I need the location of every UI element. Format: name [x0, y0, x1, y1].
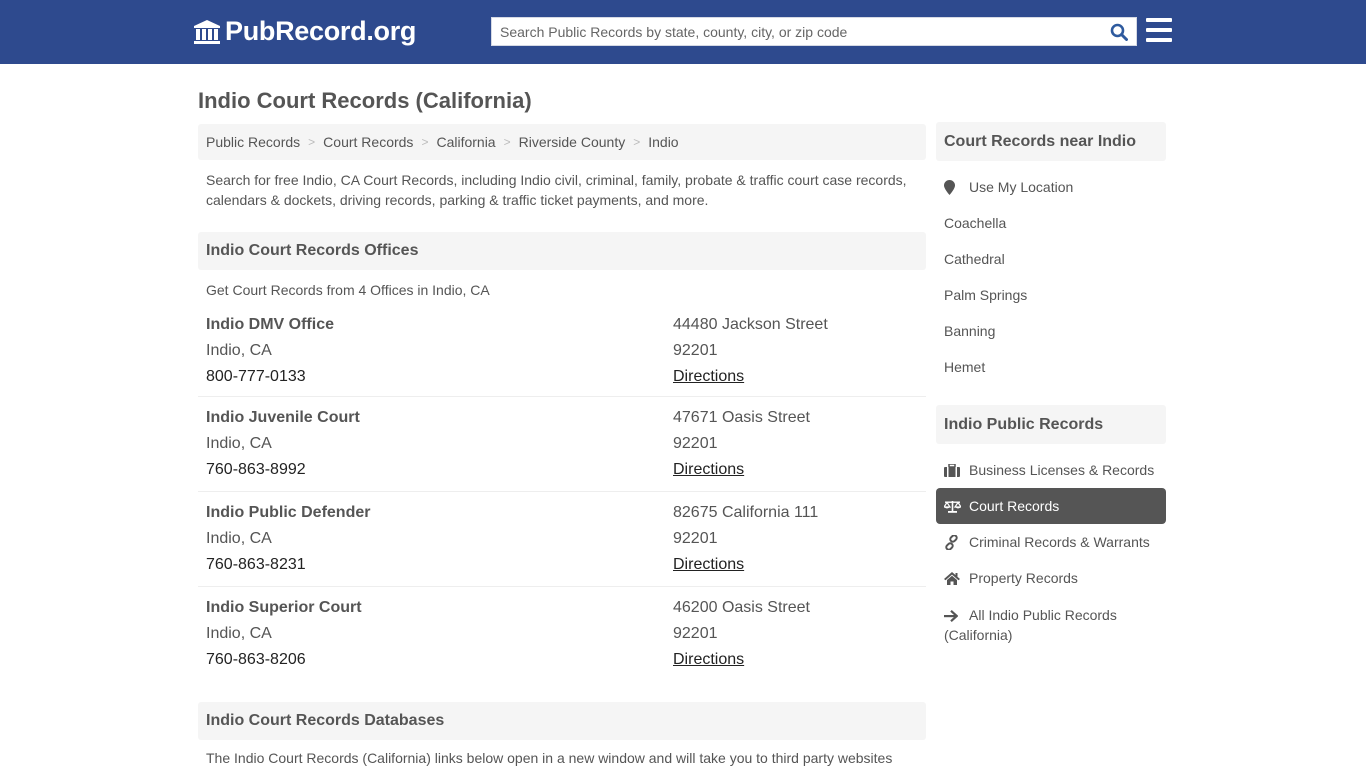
search-button[interactable]: [1102, 18, 1136, 45]
intro-text: Search for free Indio, CA Court Records,…: [206, 172, 907, 208]
briefcase-icon: [944, 463, 960, 477]
office-street: 44480 Jackson Street: [673, 316, 828, 333]
office-item: Indio Public Defender Indio, CA 760-863-…: [198, 492, 926, 587]
site-logo[interactable]: PubRecord.org: [193, 16, 416, 47]
directions-link[interactable]: Directions: [673, 461, 744, 478]
offices-heading: Indio Court Records Offices: [198, 232, 926, 270]
nearby-city-link[interactable]: Banning: [936, 313, 1166, 349]
office-name: Indio DMV Office: [206, 316, 334, 333]
nearby-city-link[interactable]: Coachella: [936, 205, 1166, 241]
use-my-location-link[interactable]: Use My Location: [936, 169, 1166, 205]
office-city: Indio, CA: [206, 435, 272, 452]
arrow-right-icon: [944, 610, 958, 623]
office-zip: 92201: [673, 342, 718, 359]
sidebar-item-property-records[interactable]: Property Records: [936, 560, 1166, 596]
nearby-city-link[interactable]: Cathedral: [936, 241, 1166, 277]
map-marker-icon: [944, 179, 955, 195]
use-my-location-label: Use My Location: [969, 179, 1074, 195]
office-street: 47671 Oasis Street: [673, 409, 810, 426]
breadcrumb-indio[interactable]: Indio: [648, 134, 678, 150]
databases-text: The Indio Court Records (California) lin…: [206, 750, 893, 766]
courthouse-icon: [194, 19, 220, 44]
office-name: Indio Superior Court: [206, 599, 362, 616]
page-title: Indio Court Records (California): [198, 88, 532, 113]
sidebar-item-label: Business Licenses & Records: [969, 462, 1155, 478]
public-records-list: Business Licenses & Records Court Record…: [936, 444, 1166, 645]
link-icon: [945, 534, 958, 550]
sidebar-item-label: Criminal Records & Warrants: [969, 534, 1150, 550]
sidebar-item-label: Property Records: [969, 570, 1078, 586]
offices-subheading: Get Court Records from 4 Offices in Indi…: [206, 282, 490, 298]
sidebar-item-court-records[interactable]: Court Records: [936, 488, 1166, 524]
breadcrumb-separator: >: [421, 135, 429, 149]
office-street: 46200 Oasis Street: [673, 599, 810, 616]
office-name: Indio Juvenile Court: [206, 409, 360, 426]
office-phone[interactable]: 760-863-8231: [206, 552, 673, 578]
public-records-heading: Indio Public Records: [936, 405, 1166, 444]
breadcrumb-court-records[interactable]: Court Records: [323, 134, 413, 150]
breadcrumb-separator: >: [503, 135, 511, 149]
nearby-city-link[interactable]: Palm Springs: [936, 277, 1166, 313]
directions-link[interactable]: Directions: [673, 556, 744, 573]
sidebar-item-all-public-records[interactable]: All Indio Public Records (California): [936, 596, 1166, 645]
office-name: Indio Public Defender: [206, 504, 371, 521]
breadcrumb-separator: >: [633, 135, 641, 149]
office-city: Indio, CA: [206, 625, 272, 642]
sidebar-item-criminal-records[interactable]: Criminal Records & Warrants: [936, 524, 1166, 560]
search-bar: [491, 17, 1137, 46]
breadcrumb: Public Records > Court Records > Califor…: [198, 124, 926, 160]
hamburger-menu-icon[interactable]: [1146, 18, 1172, 42]
sidebar-item-label: Court Records: [969, 498, 1060, 514]
office-item: Indio DMV Office Indio, CA 800-777-0133 …: [198, 312, 926, 397]
office-zip: 92201: [673, 435, 718, 452]
office-item: Indio Juvenile Court Indio, CA 760-863-8…: [198, 397, 926, 492]
breadcrumb-separator: >: [308, 135, 316, 149]
databases-heading: Indio Court Records Databases: [198, 702, 926, 740]
logo-text: PubRecord.org: [225, 16, 417, 46]
breadcrumb-public-records[interactable]: Public Records: [206, 134, 300, 150]
sidebar: Court Records near Indio Use My Location…: [936, 122, 1166, 645]
main-content: Public Records > Court Records > Califor…: [198, 124, 926, 766]
balance-scale-icon: [944, 500, 961, 513]
top-navbar: PubRecord.org: [0, 0, 1366, 64]
office-phone[interactable]: 760-863-8992: [206, 457, 673, 483]
office-city: Indio, CA: [206, 530, 272, 547]
office-list: Indio DMV Office Indio, CA 800-777-0133 …: [198, 312, 926, 682]
office-zip: 92201: [673, 625, 718, 642]
office-street: 82675 California 111: [673, 504, 819, 521]
menu-bar: [1146, 28, 1172, 32]
office-phone[interactable]: 760-863-8206: [206, 647, 673, 673]
sidebar-item-label: All Indio Public Records (California): [944, 607, 1117, 643]
office-phone[interactable]: 800-777-0133: [206, 364, 673, 390]
nearby-heading: Court Records near Indio: [936, 122, 1166, 161]
directions-link[interactable]: Directions: [673, 368, 744, 385]
office-zip: 92201: [673, 530, 718, 547]
home-icon: [944, 571, 960, 585]
search-icon: [1110, 23, 1128, 41]
nearby-city-link[interactable]: Hemet: [936, 349, 1166, 385]
breadcrumb-riverside-county[interactable]: Riverside County: [519, 134, 626, 150]
office-city: Indio, CA: [206, 342, 272, 359]
menu-bar: [1146, 38, 1172, 42]
nearby-list: Use My Location Coachella Cathedral Palm…: [936, 161, 1166, 385]
menu-bar: [1146, 18, 1172, 22]
directions-link[interactable]: Directions: [673, 651, 744, 668]
breadcrumb-california[interactable]: California: [436, 134, 495, 150]
sidebar-item-business-licenses[interactable]: Business Licenses & Records: [936, 452, 1166, 488]
office-item: Indio Superior Court Indio, CA 760-863-8…: [198, 587, 926, 682]
search-input[interactable]: [492, 18, 1102, 45]
